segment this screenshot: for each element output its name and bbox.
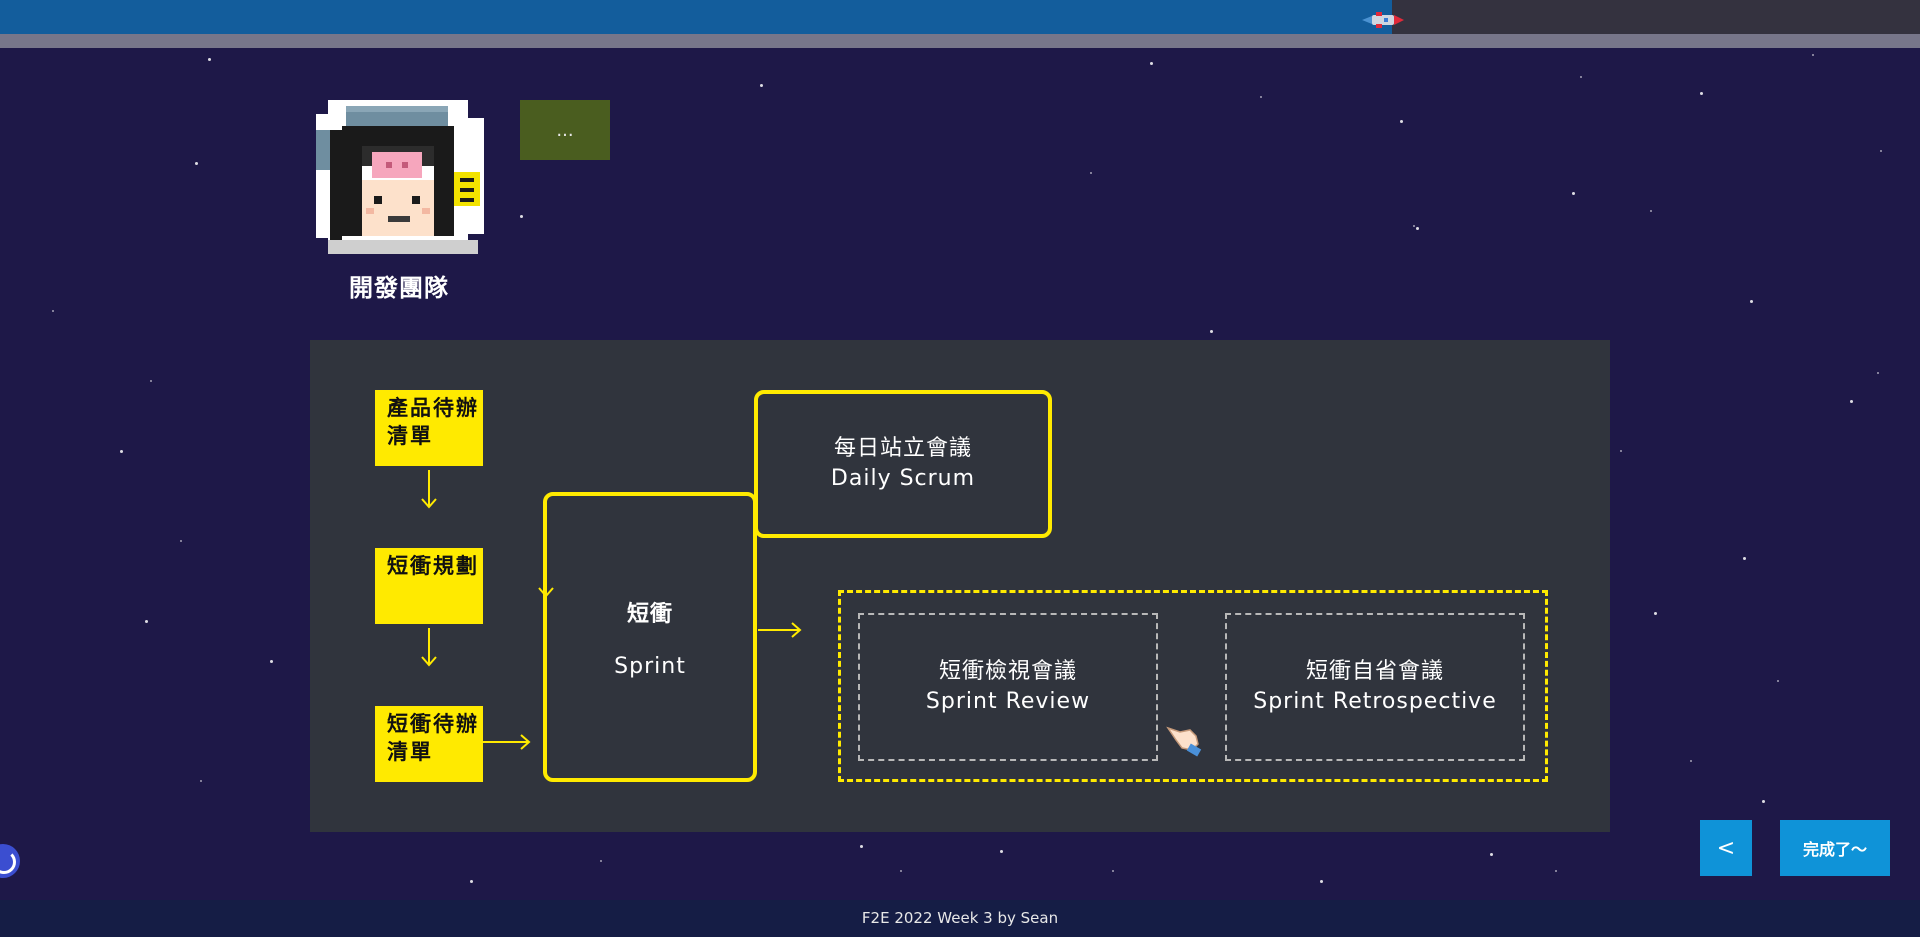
arrow-down-icon [421, 470, 437, 509]
rocket-icon [1362, 12, 1404, 28]
sprint-review-zh: 短衝檢視會議 [938, 659, 1077, 684]
sprint-planning-box: 短衝規劃 [375, 548, 483, 624]
sprint-retro-slot[interactable]: 短衝自省會議 Sprint Retrospective [1225, 613, 1525, 761]
footer: F2E 2022 Week 3 by Sean [0, 900, 1920, 937]
sprint-review-en: Sprint Review [925, 689, 1091, 714]
arrow-down-icon [421, 628, 437, 667]
developer-avatar [316, 100, 484, 254]
sprint-retro-zh: 短衝自省會議 [1305, 659, 1444, 684]
pointing-hand-icon [1166, 726, 1202, 757]
character-name: 開發團隊 [349, 274, 449, 302]
sprint-retro-en: Sprint Retrospective [1253, 689, 1497, 714]
sprint-backlog-box: 短衝待辦清單 [375, 706, 483, 782]
footer-credit: F2E 2022 Week 3 by Sean [861, 909, 1059, 927]
product-backlog-box: 產品待辦清單 [375, 390, 483, 466]
speech-bubble: ... [520, 100, 610, 160]
daily-scrum-en: Daily Scrum [830, 466, 976, 491]
sprint-review-slot[interactable]: 短衝檢視會議 Sprint Review [858, 613, 1158, 761]
progress-track [0, 0, 1920, 34]
daily-scrum-zh: 每日站立會議 [833, 436, 972, 461]
done-button[interactable]: 完成了～ [1780, 820, 1890, 876]
sprint-title-en: Sprint [614, 653, 686, 679]
scrum-flow-panel: 產品待辦清單 短衝規劃 短衝待辦清單 短衝 Sprint 每日站立會議 Dail… [310, 340, 1610, 832]
sprint-box: 短衝 Sprint [543, 492, 757, 782]
loop-arrow-down-icon [538, 587, 554, 598]
arrow-right-icon [758, 622, 802, 638]
arrow-right-icon [483, 734, 531, 750]
daily-scrum-box: 每日站立會議 Daily Scrum [754, 390, 1052, 538]
sprint-title-zh: 短衝 [626, 601, 673, 627]
progress-underline [0, 34, 1920, 48]
loading-icon [0, 844, 20, 878]
prev-button[interactable]: < [1700, 820, 1752, 876]
progress-fill [0, 0, 1392, 34]
